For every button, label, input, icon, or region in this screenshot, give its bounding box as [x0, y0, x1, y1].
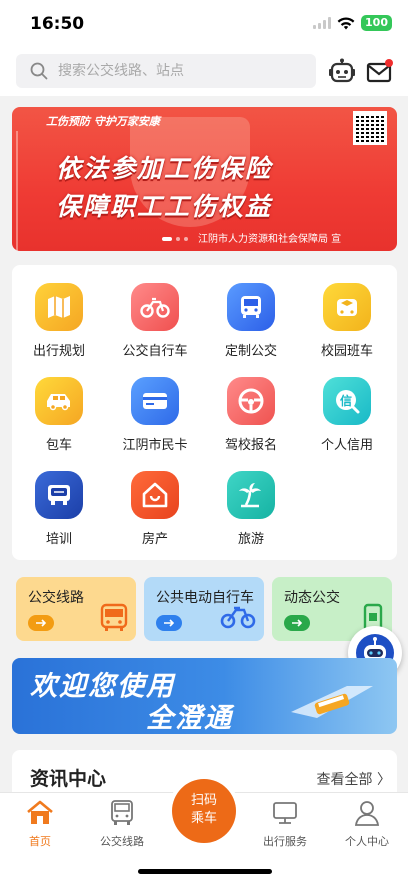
- quick-card-title: 动态公交: [284, 590, 340, 606]
- status-icons: 100: [313, 15, 392, 31]
- banner-headline-1: 依法参加工伤保险: [56, 154, 273, 183]
- welcome-banner[interactable]: 欢迎您使用 全澄通: [12, 658, 397, 734]
- service-travel[interactable]: 旅游: [206, 471, 296, 547]
- service-real-estate[interactable]: 房产: [110, 471, 200, 547]
- carousel-dots: [162, 237, 188, 241]
- status-bar: 16:50 100: [0, 0, 408, 46]
- school-bus-icon: [323, 283, 371, 331]
- service-trip-planning[interactable]: 出行规划: [14, 283, 104, 359]
- tab-bus-routes[interactable]: 公交线路: [87, 799, 157, 849]
- service-label: 旅游: [237, 532, 264, 547]
- service-label: 校园班车: [320, 344, 373, 359]
- bus-illustration: [291, 686, 373, 718]
- steering-wheel-icon: [227, 377, 275, 425]
- bus-icon: [111, 800, 133, 825]
- service-training[interactable]: 培训: [14, 471, 104, 547]
- search-input[interactable]: [58, 63, 298, 79]
- tab-label: 公交线路: [100, 835, 144, 848]
- service-label: 出行规划: [32, 344, 85, 359]
- search-bar[interactable]: [16, 54, 316, 88]
- banner-tagline: 工伤预防 守护万家安康: [46, 115, 160, 128]
- welcome-line-2: 全澄通: [146, 703, 233, 734]
- unread-dot: [385, 59, 393, 67]
- news-title: 资讯中心: [30, 768, 107, 790]
- service-label: 个人信用: [320, 438, 373, 453]
- home-indicator: [138, 869, 272, 874]
- service-label: 驾校报名: [224, 438, 277, 453]
- cellular-signal-icon: [313, 17, 332, 29]
- tab-home[interactable]: 首页: [5, 799, 75, 849]
- service-label: 江阴市民卡: [122, 438, 188, 453]
- e-bike-icon: [220, 606, 256, 629]
- home-icon: [27, 800, 53, 824]
- service-label: 房产: [141, 532, 168, 547]
- credit-icon: 信: [323, 377, 371, 425]
- view-all-link[interactable]: 查看全部 〉: [317, 769, 391, 789]
- quick-card-bus-routes[interactable]: 公交线路: [16, 577, 136, 641]
- service-citizen-card[interactable]: 江阴市民卡: [110, 377, 200, 453]
- status-time: 16:50: [30, 14, 85, 34]
- arrow-right-icon: [284, 615, 310, 631]
- tab-label: 出行服务: [263, 835, 307, 848]
- service-driving-school[interactable]: 驾校报名: [206, 377, 296, 453]
- arrow-right-icon: [156, 615, 182, 631]
- service-public-bicycle[interactable]: 公交自行车: [110, 283, 200, 359]
- quick-card-e-bike[interactable]: 公共电动自行车: [144, 577, 264, 641]
- promo-banner[interactable]: 工伤预防 守护万家安康 依法参加工伤保险 保障职工工伤权益 江阴市人力资源和社会…: [12, 107, 397, 251]
- quick-card-title: 公交线路: [28, 590, 84, 606]
- banner-credit: 江阴市人力资源和社会保障局 宣: [198, 234, 342, 245]
- scan-to-ride-button[interactable]: 扫码 乘车: [172, 779, 236, 843]
- bus-icon: [100, 603, 128, 631]
- training-icon: [35, 471, 83, 519]
- tab-label: 个人中心: [345, 835, 389, 848]
- car-icon: [35, 377, 83, 425]
- service-personal-credit[interactable]: 信 个人信用: [302, 377, 392, 453]
- service-label: 公交自行车: [122, 344, 188, 359]
- house-icon: [131, 471, 179, 519]
- tab-travel-services[interactable]: 出行服务: [250, 799, 320, 849]
- service-custom-bus[interactable]: 定制公交: [206, 283, 296, 359]
- card-icon: [131, 377, 179, 425]
- battery-indicator: 100: [361, 15, 392, 31]
- bicycle-icon: [131, 283, 179, 331]
- arrow-right-icon: [28, 615, 54, 631]
- tab-label: 首页: [29, 835, 51, 848]
- wifi-icon: [337, 16, 355, 29]
- scan-label-2: 乘车: [190, 811, 217, 826]
- qr-code-icon: [353, 111, 387, 145]
- service-label: 定制公交: [224, 344, 277, 359]
- monitor-icon: [273, 802, 297, 824]
- map-icon: [35, 283, 83, 331]
- tab-profile[interactable]: 个人中心: [332, 799, 402, 849]
- scan-label-1: 扫码: [190, 793, 217, 808]
- service-grid: 出行规划 公交自行车 定制公交 校园班车 包车 江阴市民卡 驾校报名 信 个人信…: [12, 265, 397, 560]
- svg-text:信: 信: [340, 393, 352, 408]
- search-icon: [30, 62, 48, 80]
- user-icon: [354, 801, 380, 826]
- service-label: 包车: [45, 438, 72, 453]
- palm-tree-icon: [227, 471, 275, 519]
- service-label: 培训: [45, 532, 72, 547]
- bus-icon: [227, 283, 275, 331]
- robot-assistant-icon[interactable]: [328, 58, 356, 86]
- mail-icon[interactable]: [366, 58, 394, 86]
- service-charter[interactable]: 包车: [14, 377, 104, 453]
- banner-headline-2: 保障职工工伤权益: [56, 192, 273, 221]
- service-school-bus[interactable]: 校园班车: [302, 283, 392, 359]
- top-bar: [0, 46, 408, 96]
